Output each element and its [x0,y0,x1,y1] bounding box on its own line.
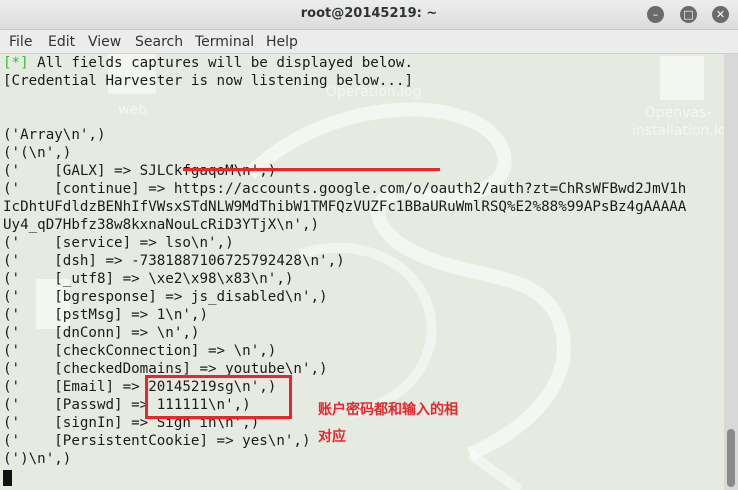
terminal-line: (' [pstMsg] => 1\n',) [3,307,208,323]
terminal-line: (' [_utf8] => \xe2\x98\x83\n',) [3,271,294,287]
menu-edit[interactable]: Edit [48,34,75,50]
menu-terminal[interactable]: Terminal [195,34,254,50]
annotation-text-line2: 对应 [318,429,346,445]
terminal-line: (' [PersistentCookie] => yes\n',) [3,433,311,449]
terminal-line: (' [checkConnection] => \n',) [3,343,277,359]
terminal-line: (' [service] => lso\n',) [3,235,234,251]
terminal-line: (' [dsh] => -7381887106725792428\n',) [3,253,345,269]
terminal-line: Uy4_qD7Hbfz38w8kxnaNouLcRiD3YTjX\n',) [3,217,320,233]
menu-help[interactable]: Help [266,34,298,50]
terminal-line: (' [bgresponse] => js_disabled\n',) [3,289,328,305]
terminal-line: IcDhtUFdldzBENhIfVWsxSTdNLW9MdThibW1TMFQ… [3,199,687,215]
scrollbar-thumb[interactable] [727,429,735,487]
log-file-icon [660,56,704,100]
info-prefix: [*] [3,55,29,71]
terminal-cursor [3,470,12,486]
title-bar[interactable]: root@20145219: ~ – □ ✕ [0,0,738,30]
url-underline-annotation [183,168,440,171]
minimize-icon[interactable]: – [647,6,664,23]
annotation-text-line1: 账户密码都和输入的相 [318,402,458,418]
terminal-line: [*] All fields captures will be displaye… [3,55,413,71]
terminal-output[interactable]: web Operation.log Openvas- installation.… [0,54,724,490]
window-title: root@20145219: ~ [300,6,438,21]
close-icon[interactable]: ✕ [712,6,729,23]
terminal-line: ('Array\n',) [3,127,106,143]
terminal-line: ('(\n',) [3,145,72,161]
terminal-window: root@20145219: ~ – □ ✕ File Edit View Se… [0,0,738,490]
menu-search[interactable]: Search [135,34,183,50]
terminal-line: (' [continue] => https://accounts.google… [3,181,687,197]
maximize-icon[interactable]: □ [680,6,697,23]
credentials-highlight-box [145,375,292,419]
desktop-icon-openvas-label: Openvas- installation.log [632,105,724,139]
terminal-line: (')\n',) [3,451,72,467]
menu-bar: File Edit View Search Terminal Help [0,30,738,54]
menu-file[interactable]: File [9,34,32,50]
terminal-line: (' [GALX] => SJLCkfgaqoM\n',) [3,163,277,179]
menu-view[interactable]: View [88,34,121,50]
desktop-icon-web-label: web [118,102,147,118]
terminal-line: (' [dnConn] => \n',) [3,325,200,341]
terminal-line: [Credential Harvester is now listening b… [3,73,413,89]
vertical-scrollbar[interactable] [724,54,738,490]
